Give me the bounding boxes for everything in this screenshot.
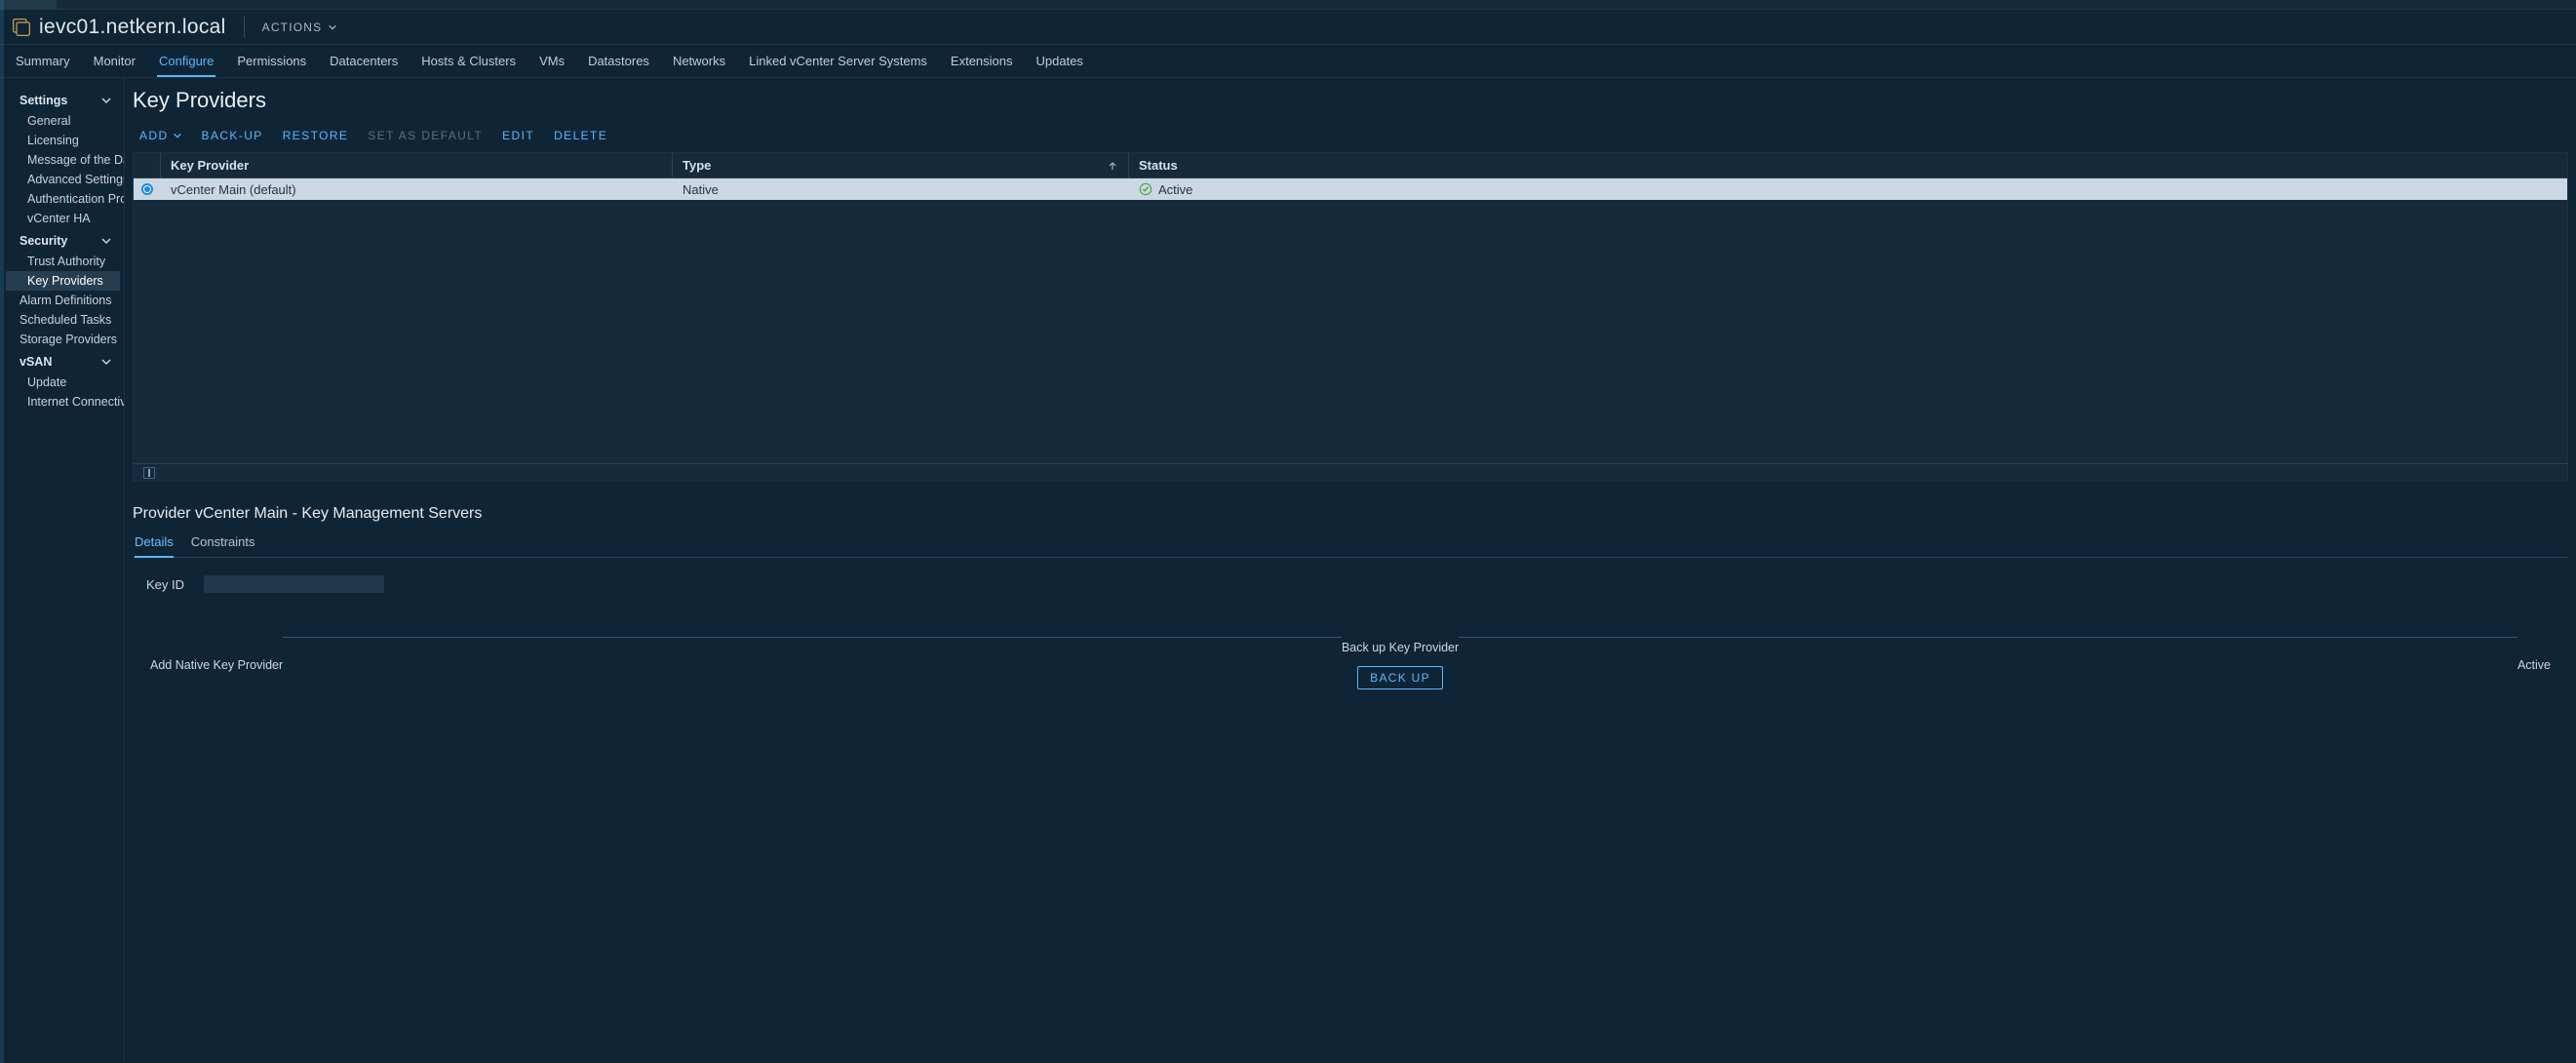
key-providers-table: Key Provider Type Status vCenter Main (d… bbox=[133, 152, 2568, 482]
chevron-down-icon bbox=[173, 131, 182, 140]
tab-updates[interactable]: Updates bbox=[1025, 45, 1095, 77]
subtab-constraints[interactable]: Constraints bbox=[191, 531, 255, 557]
action-bar: Add Back-up Restore Set as Default Edit … bbox=[133, 127, 2568, 152]
details-body: Key ID Add Native Key Provider Back up Ke… bbox=[133, 558, 2568, 689]
column-chooser-icon[interactable] bbox=[143, 467, 155, 479]
config-sidebar: Settings GeneralLicensingMessage of the D… bbox=[0, 78, 125, 1063]
header-label: Type bbox=[683, 158, 711, 173]
tab-linked-vcenter-server-systems[interactable]: Linked vCenter Server Systems bbox=[737, 45, 939, 77]
sidebar-group-label: vSAN bbox=[20, 355, 52, 369]
row-key-provider: vCenter Main (default) bbox=[161, 178, 673, 200]
header-label: Key Provider bbox=[171, 158, 249, 173]
sidebar-item-update[interactable]: Update bbox=[6, 373, 120, 392]
sidebar-item-storage-providers[interactable]: Storage Providers bbox=[6, 330, 120, 349]
actions-dropdown[interactable]: Actions bbox=[262, 20, 338, 34]
row-radio[interactable] bbox=[134, 178, 161, 200]
radio-selected-icon bbox=[141, 183, 153, 195]
row-status-label: Active bbox=[1158, 182, 1192, 197]
vcenter-icon bbox=[12, 18, 31, 37]
page-title: Key Providers bbox=[133, 88, 2568, 127]
details-panel-title: Provider vCenter Main - Key Management S… bbox=[133, 482, 2568, 531]
sidebar-item-licensing[interactable]: Licensing bbox=[6, 131, 120, 150]
stepper-step: Add Native Key Provider bbox=[150, 634, 283, 672]
sidebar-item-advanced-settings[interactable]: Advanced Settings bbox=[6, 170, 120, 189]
stepper-step: Active bbox=[2517, 634, 2551, 672]
tab-datastores[interactable]: Datastores bbox=[576, 45, 661, 77]
key-id-value-masked bbox=[204, 575, 384, 593]
chevron-down-icon bbox=[100, 356, 112, 368]
set-default-button: Set as Default bbox=[368, 129, 483, 142]
sort-asc-icon bbox=[1107, 160, 1118, 172]
tab-configure[interactable]: Configure bbox=[147, 45, 225, 77]
accent-bar bbox=[0, 0, 4, 1063]
sidebar-group-security[interactable]: Security bbox=[6, 228, 120, 252]
table-header-select bbox=[134, 153, 161, 177]
backup-button[interactable]: Back-up bbox=[202, 129, 263, 142]
chevron-down-icon bbox=[100, 235, 112, 247]
window-chrome-strip bbox=[0, 0, 2576, 10]
row-type: Native bbox=[673, 178, 1129, 200]
delete-button[interactable]: Delete bbox=[554, 129, 607, 142]
sidebar-item-scheduled-tasks[interactable]: Scheduled Tasks bbox=[6, 310, 120, 330]
sidebar-item-alarm-definitions[interactable]: Alarm Definitions bbox=[6, 291, 120, 310]
table-empty-area bbox=[134, 200, 2567, 463]
title-divider bbox=[244, 17, 245, 38]
table-row[interactable]: vCenter Main (default)Native Active bbox=[134, 178, 2567, 200]
step-label: Active bbox=[2517, 658, 2551, 672]
tab-monitor[interactable]: Monitor bbox=[82, 45, 147, 77]
key-id-row: Key ID bbox=[137, 575, 2564, 593]
table-header-row: Key Provider Type Status bbox=[134, 153, 2567, 178]
tab-datacenters[interactable]: Datacenters bbox=[318, 45, 410, 77]
sidebar-item-message-of-the-day[interactable]: Message of the Day bbox=[6, 150, 120, 170]
add-button[interactable]: Add bbox=[139, 129, 182, 142]
sidebar-group-label: Security bbox=[20, 234, 67, 248]
table-header-type[interactable]: Type bbox=[673, 153, 1129, 177]
sidebar-item-authentication-proxy[interactable]: Authentication Proxy bbox=[6, 189, 120, 209]
add-label: Add bbox=[139, 129, 169, 142]
sidebar-item-trust-authority[interactable]: Trust Authority bbox=[6, 252, 120, 271]
sidebar-item-general[interactable]: General bbox=[6, 111, 120, 131]
tab-permissions[interactable]: Permissions bbox=[225, 45, 318, 77]
table-header-status[interactable]: Status bbox=[1129, 153, 2567, 177]
sidebar-group-settings[interactable]: Settings bbox=[6, 88, 120, 111]
table-header-key-provider[interactable]: Key Provider bbox=[161, 153, 673, 177]
stepper-connector bbox=[1459, 637, 2517, 638]
main-tabs: SummaryMonitorConfigurePermissionsDatace… bbox=[0, 45, 2576, 78]
subtab-details[interactable]: Details bbox=[135, 531, 174, 557]
stepper-step: Back up Key Provider Back up bbox=[1342, 616, 1459, 689]
browser-tab-indicator bbox=[0, 0, 57, 10]
main-content: Key Providers Add Back-up Restore Set as… bbox=[125, 78, 2576, 1063]
tab-hosts-clusters[interactable]: Hosts & Clusters bbox=[410, 45, 527, 77]
tab-vms[interactable]: VMs bbox=[527, 45, 576, 77]
tab-extensions[interactable]: Extensions bbox=[939, 45, 1025, 77]
step-label: Add Native Key Provider bbox=[150, 658, 283, 672]
sidebar-item-internet-connectivity[interactable]: Internet Connectivity bbox=[6, 392, 120, 412]
header-label: Status bbox=[1139, 158, 1178, 173]
sidebar-item-key-providers[interactable]: Key Providers bbox=[6, 271, 120, 291]
tab-networks[interactable]: Networks bbox=[661, 45, 737, 77]
object-title-bar: ievc01.netkern.local Actions bbox=[0, 10, 2576, 45]
step-label: Back up Key Provider bbox=[1342, 641, 1459, 654]
tab-summary[interactable]: Summary bbox=[4, 45, 82, 77]
chevron-down-icon bbox=[100, 95, 112, 106]
sidebar-item-vcenter-ha[interactable]: vCenter HA bbox=[6, 209, 120, 228]
table-footer bbox=[134, 463, 2567, 481]
step-backup-button[interactable]: Back up bbox=[1357, 666, 1443, 689]
status-active-icon bbox=[1139, 182, 1152, 196]
row-status: Active bbox=[1129, 178, 2567, 200]
actions-label: Actions bbox=[262, 20, 323, 34]
provider-status-stepper: Add Native Key Provider Back up Key Provi… bbox=[137, 616, 2564, 689]
edit-button[interactable]: Edit bbox=[502, 129, 534, 142]
sidebar-group-label: Settings bbox=[20, 94, 67, 107]
details-subtabs: Details Constraints bbox=[133, 531, 2568, 558]
sidebar-group-vsan[interactable]: vSAN bbox=[6, 349, 120, 373]
key-id-label: Key ID bbox=[137, 577, 184, 592]
restore-button[interactable]: Restore bbox=[283, 129, 349, 142]
object-name: ievc01.netkern.local bbox=[39, 16, 226, 39]
stepper-connector bbox=[283, 637, 1342, 638]
chevron-down-icon bbox=[328, 22, 337, 32]
